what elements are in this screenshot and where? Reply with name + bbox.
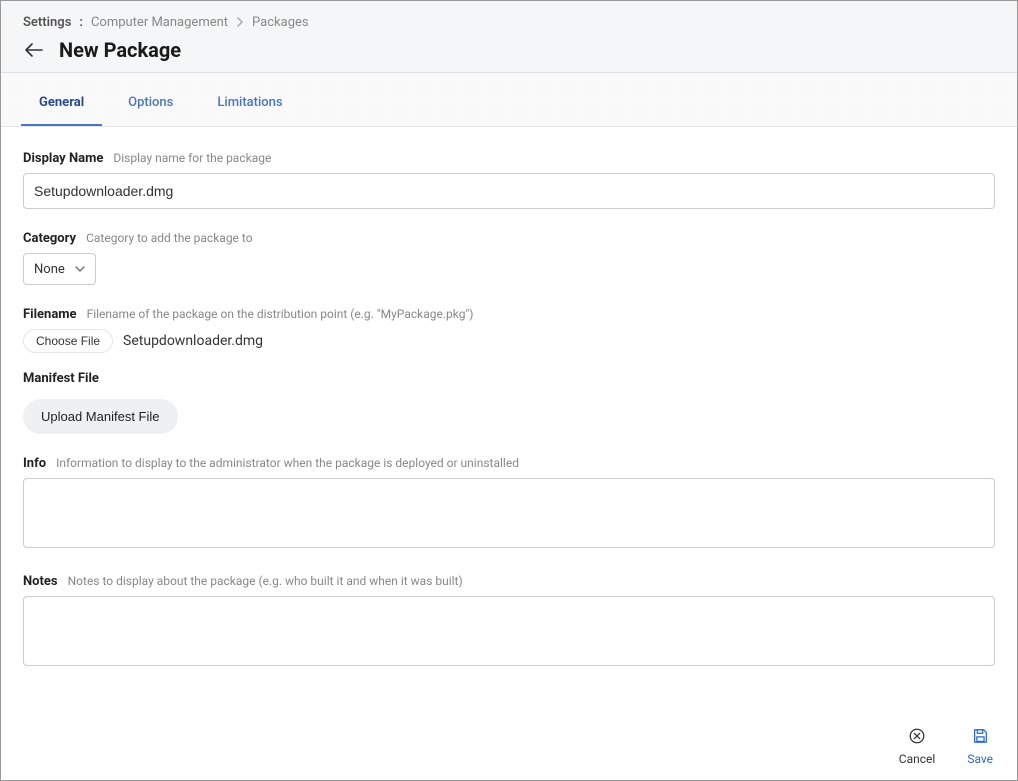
field-display-name: Display Name Display name for the packag… bbox=[23, 151, 995, 209]
display-name-input[interactable] bbox=[23, 173, 995, 209]
display-name-label: Display Name bbox=[23, 151, 103, 166]
chevron-right-icon bbox=[236, 16, 244, 30]
cancel-label: Cancel bbox=[899, 752, 936, 766]
category-selected-value: None bbox=[34, 262, 65, 277]
header: Settings : Computer Management Packages … bbox=[1, 1, 1017, 73]
info-textarea[interactable] bbox=[23, 478, 995, 548]
package-form-window: Settings : Computer Management Packages … bbox=[0, 0, 1018, 781]
tab-limitations[interactable]: Limitations bbox=[199, 73, 300, 126]
breadcrumb: Settings : Computer Management Packages bbox=[23, 15, 995, 30]
breadcrumb-colon: : bbox=[79, 15, 83, 30]
field-filename: Filename Filename of the package on the … bbox=[23, 307, 995, 353]
display-name-help: Display name for the package bbox=[113, 151, 271, 165]
cancel-button[interactable]: Cancel bbox=[899, 727, 936, 766]
back-arrow-icon[interactable] bbox=[23, 39, 45, 61]
cancel-icon bbox=[908, 727, 926, 748]
info-help: Information to display to the administra… bbox=[56, 456, 519, 470]
field-manifest: Manifest File Upload Manifest File bbox=[23, 371, 995, 434]
form-content: Display Name Display name for the packag… bbox=[1, 127, 1017, 719]
field-category: Category Category to add the package to … bbox=[23, 231, 995, 285]
filename-label: Filename bbox=[23, 307, 77, 322]
tabs: General Options Limitations bbox=[1, 73, 1017, 127]
manifest-label: Manifest File bbox=[23, 371, 99, 386]
tab-options[interactable]: Options bbox=[110, 73, 191, 126]
tab-general[interactable]: General bbox=[21, 73, 102, 126]
choose-file-button[interactable]: Choose File bbox=[23, 329, 113, 353]
info-label: Info bbox=[23, 456, 46, 471]
save-icon bbox=[971, 727, 989, 748]
upload-manifest-button[interactable]: Upload Manifest File bbox=[23, 399, 178, 434]
footer: Cancel Save bbox=[1, 719, 1017, 780]
chevron-down-icon bbox=[75, 266, 85, 272]
save-button[interactable]: Save bbox=[967, 727, 993, 766]
field-notes: Notes Notes to display about the package… bbox=[23, 574, 995, 670]
chosen-filename: Setupdownloader.dmg bbox=[123, 333, 263, 349]
page-title: New Package bbox=[59, 38, 181, 62]
category-help: Category to add the package to bbox=[86, 231, 252, 245]
field-info: Info Information to display to the admin… bbox=[23, 456, 995, 552]
breadcrumb-root-label: Settings bbox=[23, 15, 71, 30]
save-label: Save bbox=[967, 752, 993, 766]
category-select[interactable]: None bbox=[23, 253, 96, 285]
category-label: Category bbox=[23, 231, 76, 246]
breadcrumb-item-computer-management[interactable]: Computer Management bbox=[91, 15, 228, 30]
filename-help: Filename of the package on the distribut… bbox=[87, 307, 474, 321]
notes-label: Notes bbox=[23, 574, 58, 589]
title-row: New Package bbox=[23, 38, 995, 62]
notes-textarea[interactable] bbox=[23, 596, 995, 666]
breadcrumb-item-packages[interactable]: Packages bbox=[252, 15, 309, 30]
notes-help: Notes to display about the package (e.g.… bbox=[68, 574, 463, 588]
